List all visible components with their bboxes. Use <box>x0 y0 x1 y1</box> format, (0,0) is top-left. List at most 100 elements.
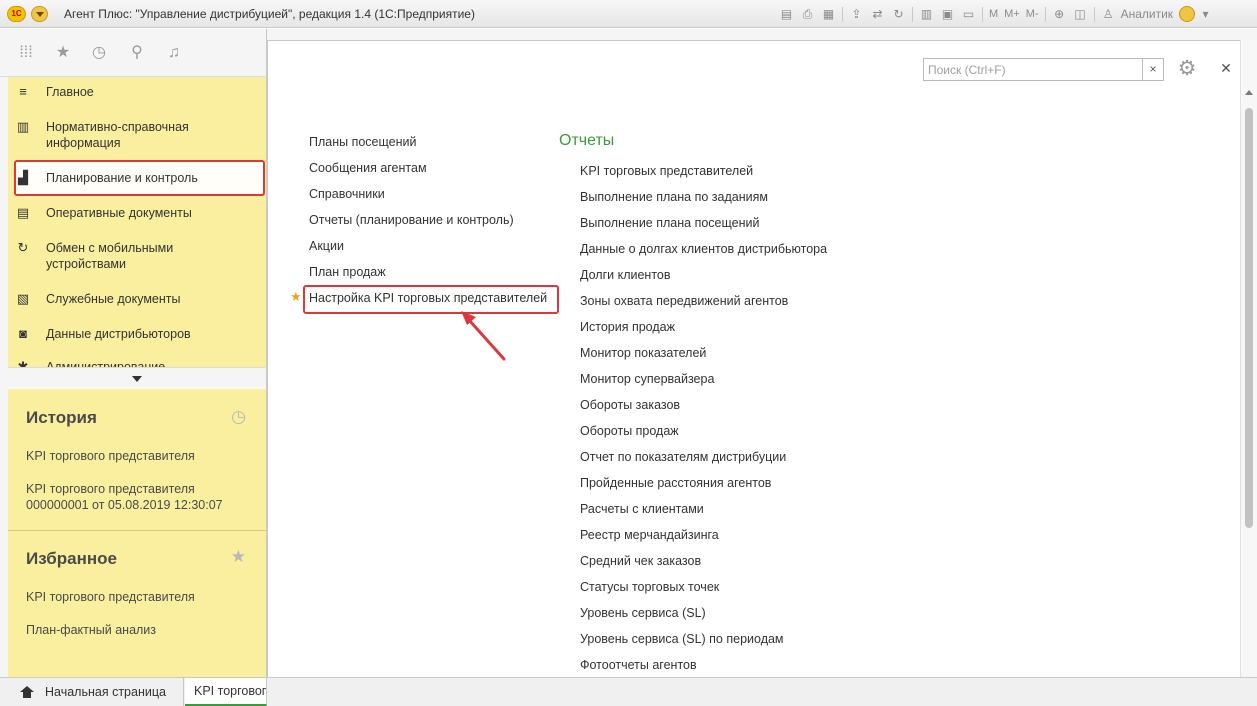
tab-home-label: Начальная страница <box>45 685 166 699</box>
tab-kpi-label: KPI торгового представителя <box>194 684 267 698</box>
chevron-down-icon[interactable]: ▾ <box>1195 5 1216 23</box>
app-title: Агент Плюс: "Управление дистрибуцией", р… <box>64 7 475 21</box>
title-toolbar: ▤ ⎙ ▦ ⇪ ⇄ ↻ ▥ ▣ ▭ M M+ M- ⊕ ◫ ♙ Аналитик… <box>776 5 1216 23</box>
save-icon[interactable]: ▤ <box>776 5 797 23</box>
section-label: Оперативные документы <box>46 206 192 220</box>
section-service-docs[interactable]: ▧ Служебные документы <box>16 291 256 307</box>
report-link[interactable]: Уровень сервиса (SL) по периодам <box>580 632 784 646</box>
sections-expand-button[interactable] <box>8 367 267 389</box>
panel-toolbar: ⁞⁞⁞ ★ ◷ ⚲ ♫ <box>0 29 267 77</box>
menu-lines-icon: ≡ <box>19 84 27 99</box>
report-link[interactable]: Отчет по показателям дистрибуции <box>580 450 786 464</box>
favorite-item[interactable]: KPI торгового представителя <box>26 589 195 605</box>
report-link[interactable]: Уровень сервиса (SL) <box>580 606 706 620</box>
main-menu-button[interactable] <box>31 6 48 22</box>
print-icon[interactable]: ⎙ <box>797 5 818 23</box>
close-icon[interactable]: ✕ <box>1218 58 1234 78</box>
report-link[interactable]: Пройденные расстояния агентов <box>580 476 771 490</box>
section-distributor-data[interactable]: ◙ Данные дистрибьюторов <box>16 326 256 342</box>
title-bar: 1С Агент Плюс: "Управление дистрибуцией"… <box>0 0 1257 28</box>
history-item[interactable]: KPI торгового представителя <box>26 448 195 464</box>
refresh-icon[interactable]: ↻ <box>888 5 909 23</box>
toolbar-divider <box>982 6 983 22</box>
vertical-scrollbar[interactable] <box>1240 40 1257 701</box>
report-link[interactable]: Фотоотчеты агентов <box>580 658 697 672</box>
open-windows-bar: Начальная страница KPI торгового предста… <box>0 677 1257 706</box>
section-administration[interactable]: ✱ Администрирование <box>16 359 256 368</box>
user-name[interactable]: Аналитик <box>1121 7 1173 21</box>
command-link[interactable]: Справочники <box>309 187 385 201</box>
report-link[interactable]: Зоны охвата передвижений агентов <box>580 294 788 308</box>
section-label: Главное <box>46 85 94 99</box>
calculator-icon[interactable]: ▥ <box>916 5 937 23</box>
report-link[interactable]: Реестр мерчандайзинга <box>580 528 719 542</box>
split-window-icon[interactable]: ◫ <box>1070 5 1091 23</box>
tab-home[interactable]: Начальная страница <box>8 678 184 706</box>
history-icon[interactable]: ◷ <box>89 43 109 63</box>
window-icon[interactable]: ▭ <box>958 5 979 23</box>
history-item-detail[interactable]: 000000001 от 05.08.2019 12:30:07 <box>26 497 223 513</box>
upload-icon[interactable]: ⇪ <box>846 5 867 23</box>
command-link-kpi-settings[interactable]: Настройка KPI торговых представителей <box>309 291 547 305</box>
command-link[interactable]: План продаж <box>309 265 386 279</box>
memory-minus-button[interactable]: M- <box>1023 8 1042 20</box>
report-link[interactable]: Выполнение плана по заданиям <box>580 190 768 204</box>
report-link[interactable]: Долги клиентов <box>580 268 671 282</box>
report-link[interactable]: Средний чек заказов <box>580 554 701 568</box>
memory-plus-button[interactable]: M+ <box>1001 8 1023 20</box>
preview-icon[interactable]: ▦ <box>818 5 839 23</box>
sync-icon: ↻ <box>17 240 29 255</box>
toolbar-divider <box>1093 6 1095 22</box>
favorite-star-icon[interactable]: ★ <box>290 289 302 305</box>
command-link[interactable]: Планы посещений <box>309 135 416 149</box>
scroll-up-arrow-icon[interactable] <box>1245 90 1253 95</box>
command-link[interactable]: Сообщения агентам <box>309 161 427 175</box>
settings-gear-icon[interactable]: ⚙ <box>1175 58 1199 80</box>
report-link[interactable]: Монитор супервайзера <box>580 372 714 386</box>
memory-button[interactable]: M <box>986 8 1001 20</box>
reports-group-title: Отчеты <box>559 132 615 149</box>
search-clear-button[interactable]: × <box>1143 58 1164 81</box>
command-link[interactable]: Отчеты (планирование и контроль) <box>309 213 514 227</box>
star-icon[interactable]: ★ <box>53 43 73 63</box>
section-main[interactable]: ≡ Главное <box>16 84 256 100</box>
bell-icon[interactable]: ♫ <box>164 43 184 63</box>
report-link[interactable]: Обороты продаж <box>580 424 679 438</box>
calendar-icon[interactable]: ▣ <box>937 5 958 23</box>
section-label: Обмен с мобильными устройствами <box>46 241 174 271</box>
report-link[interactable]: Расчеты с клиентами <box>580 502 704 516</box>
favorite-item[interactable]: План-фактный анализ <box>26 622 156 638</box>
report-link[interactable]: Выполнение плана посещений <box>580 216 759 230</box>
command-link[interactable]: Акции <box>309 239 344 253</box>
link-icon[interactable]: ⇄ <box>867 5 888 23</box>
toolbar-divider <box>1044 6 1046 22</box>
section-mobile-exchange[interactable]: ↻ Обмен с мобильными устройствами <box>16 240 256 272</box>
home-icon <box>20 686 34 698</box>
section-label: Планирование и контроль <box>46 171 198 185</box>
history-item[interactable]: KPI торгового представителя <box>26 481 195 497</box>
tab-kpi[interactable]: KPI торгового представителя <box>185 678 267 706</box>
main-content: × ⚙ ✕ Планы посещений Сообщения агентам … <box>267 40 1249 701</box>
scroll-thumb[interactable] <box>1245 108 1253 528</box>
section-planning-control[interactable]: ▟ Планирование и контроль <box>16 170 256 186</box>
report-link[interactable]: История продаж <box>580 320 675 334</box>
service-docs-icon: ▧ <box>16 291 30 306</box>
zoom-icon[interactable]: ⊕ <box>1049 5 1070 23</box>
report-link[interactable]: Монитор показателей <box>580 346 706 360</box>
search-icon[interactable]: ⚲ <box>127 43 147 63</box>
report-link[interactable]: KPI торговых представителей <box>580 164 753 178</box>
sidebar-divider <box>8 530 267 531</box>
search-input[interactable] <box>924 59 1142 80</box>
section-reference-info[interactable]: ▥ Нормативно-справочная информация <box>16 119 256 151</box>
section-operational-docs[interactable]: ▤ Оперативные документы <box>16 205 256 221</box>
history-icon[interactable]: ◷ <box>231 407 246 427</box>
report-link[interactable]: Данные о долгах клиентов дистрибьютора <box>580 242 827 256</box>
report-link[interactable]: Статусы торговых точек <box>580 580 719 594</box>
apps-grid-icon[interactable]: ⁞⁞⁞ <box>16 43 36 63</box>
top-strip <box>267 29 1257 40</box>
user-icon[interactable]: ♙ <box>1098 5 1119 23</box>
section-label: Администрирование <box>46 360 166 367</box>
info-icon[interactable] <box>1179 6 1196 22</box>
star-icon[interactable]: ★ <box>231 547 246 567</box>
report-link[interactable]: Обороты заказов <box>580 398 680 412</box>
